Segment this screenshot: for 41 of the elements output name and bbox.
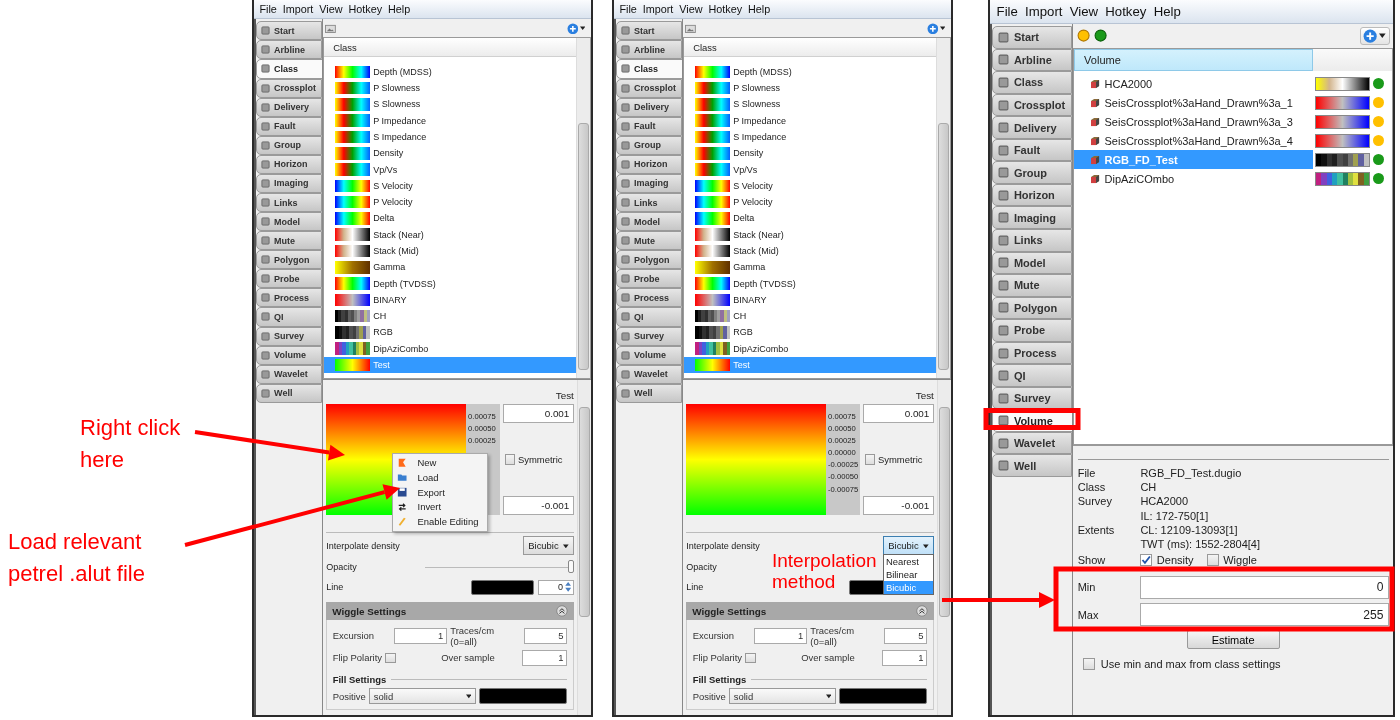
field-label: Flip Polarity [692, 652, 742, 664]
field-label: Positive [692, 690, 726, 702]
field-label: Traces/cm (0=all) [450, 624, 495, 647]
field-label: Line [686, 582, 704, 593]
info-label: Class [1077, 480, 1107, 495]
checkbox-label: Symmetric [518, 454, 563, 465]
field-label: Line [326, 582, 344, 593]
checkbox-label: Density [1156, 553, 1194, 566]
field-label: Opacity [326, 561, 357, 572]
info-label: File [1077, 465, 1097, 481]
field-label: Min [1077, 581, 1097, 594]
callout-text: Right click here [80, 414, 182, 474]
callout-text: Load relevant petrel .alut file [8, 528, 146, 588]
field-label: Show [1077, 553, 1107, 566]
field-label: Positive [332, 690, 366, 702]
info-value: CL: 12109-13093[1] [1140, 522, 1239, 538]
field-label: Opacity [686, 561, 717, 572]
field-label: Max [1077, 608, 1100, 621]
callout-text: Interpolation method [772, 551, 878, 593]
field-label: Over sample [801, 652, 855, 664]
info-value: IL: 172-750[1] [1140, 508, 1210, 523]
class-title: Test [555, 389, 574, 404]
checkbox-label: Symmetric [878, 454, 923, 465]
field-label: Interpolate density [326, 540, 400, 551]
field-label: Excursion [692, 630, 736, 642]
info-value: CH [1140, 480, 1158, 495]
info-value: TWT (ms): 1552-2804[4] [1140, 537, 1261, 552]
field-label: Over sample [441, 652, 495, 664]
section-title: Fill Settings [692, 674, 747, 686]
field-label: Interpolate density [686, 540, 760, 551]
field-label: Flip Polarity [332, 652, 382, 664]
checkbox-label: Use min and max from class settings [1100, 657, 1281, 670]
info-label: Survey [1077, 494, 1113, 509]
checkbox-label: Wiggle [1223, 553, 1257, 566]
info-label: Extents [1077, 522, 1116, 538]
field-label: Traces/cm (0=all) [810, 624, 855, 647]
field-label: Excursion [332, 630, 376, 642]
info-value: HCA2000 [1140, 494, 1190, 509]
class-title: Test [915, 389, 934, 404]
section-title: Fill Settings [332, 674, 387, 686]
info-value: RGB_FD_Test.dugio [1140, 465, 1243, 481]
